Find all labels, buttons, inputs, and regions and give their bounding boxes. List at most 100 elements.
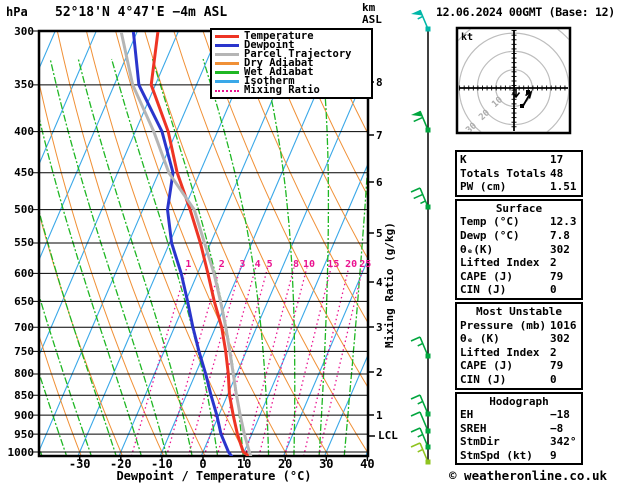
panel-row: Pressure (mb) 1016 — [459, 319, 579, 333]
panel-row: SREH −8 — [459, 422, 579, 436]
wind-barb-half — [420, 200, 426, 205]
wind-barb-staff — [419, 187, 429, 208]
hodograph-ring-label: 40 — [451, 134, 466, 149]
mixing-ratio-label: 25 — [359, 259, 371, 270]
wind-barb-full — [410, 394, 421, 400]
wind-barb-half — [417, 433, 424, 438]
wind-barb-staff — [419, 110, 429, 131]
panel-row: StmDir 342° — [459, 435, 579, 449]
pressure-tick-label: 1000 — [7, 445, 35, 459]
panel-row-label: CIN (J) — [460, 283, 507, 297]
wind-barb — [411, 9, 431, 32]
mixing-ratio-label: 8 — [293, 259, 299, 270]
pressure-tick-label: 500 — [14, 203, 34, 217]
legend: Temperature Dewpoint Parcel Trajectory Dry … — [210, 28, 373, 99]
panel-row-value: 12.3 — [550, 215, 577, 229]
altitude-tick-label: 3 — [376, 320, 383, 334]
wind-barb-half — [417, 342, 424, 347]
panel-box: Surface Temp (°C) 12.3 Dewp (°C) 7.8 θₑ(K) 302… — [455, 198, 583, 300]
mixing-ratio-label: 3 — [239, 259, 245, 270]
pressure-tick-label: 400 — [14, 125, 34, 139]
panel-row-value: −8 — [550, 421, 564, 435]
altitude-tick-label: 7 — [376, 128, 383, 142]
legend-parcel-trajectory-swatch — [215, 53, 239, 56]
pressure-tick-label: 950 — [14, 427, 34, 441]
dry-adiabat-line — [582, 31, 629, 469]
wet-adiabat-line — [40, 448, 43, 456]
pressure-tick-label: 700 — [14, 320, 34, 334]
pressure-tick-label: 850 — [14, 388, 34, 402]
pressure-tick-label: 350 — [14, 78, 34, 92]
panel-row-value: 17 — [550, 153, 564, 166]
hodograph-trace-dot — [526, 90, 530, 94]
dry-adiabat-line — [611, 31, 629, 469]
hodograph: 10203040kt — [451, 26, 572, 149]
legend-row: Mixing Ratio — [215, 84, 371, 96]
wind-barb-full — [410, 336, 421, 342]
wind-barb-staff — [419, 394, 429, 415]
pressure-tick-label: 900 — [14, 408, 34, 422]
mixing-ratio-label: 10 — [303, 259, 315, 270]
mixing-ratio-line — [303, 267, 350, 456]
wind-barb-full — [413, 116, 424, 123]
panel-row-label: StmSpd (kt) — [460, 448, 533, 462]
panel-row-value: 79 — [550, 269, 564, 283]
panel-row-value: 1.51 — [550, 180, 577, 194]
panel-box-title: Most Unstable — [475, 304, 563, 318]
wind-barb-half — [417, 448, 424, 453]
legend-label: Mixing Ratio — [244, 84, 320, 96]
wet-adiabat-line — [40, 374, 68, 456]
panel-row-value: −18 — [550, 408, 570, 422]
legend-wet-adiabat-swatch — [215, 71, 239, 74]
wind-barb-full — [410, 427, 421, 433]
panel-row: CAPE (J) 79 — [459, 270, 579, 284]
altitude-tick-label: 2 — [376, 365, 383, 379]
wind-barb-half — [417, 400, 424, 405]
pressure-tick-label: 300 — [14, 24, 34, 38]
wind-barb-full — [410, 442, 421, 448]
panel-row-value: 79 — [550, 359, 564, 373]
panel-row-value: 0 — [550, 372, 557, 386]
wet-adiabat-line — [40, 118, 143, 456]
panel-row: Dewp (°C) 7.8 — [459, 229, 579, 243]
altitude-tick-label: 5 — [376, 226, 383, 240]
wind-barb-full — [410, 411, 421, 417]
altitude-tick-label: 8 — [376, 75, 383, 89]
panel-row: CAPE (J) 79 — [459, 359, 579, 373]
mixing-ratio-axis-title: Mixing Ratio (g/kg) — [383, 222, 396, 348]
panel-box: Hodograph EH −18 SREH −8 StmDir 342° StmSpd (kt… — [455, 391, 583, 466]
pressure-tick-label: 550 — [14, 236, 34, 250]
hodograph-trace-dot — [520, 104, 524, 108]
wet-adiabat-line — [110, 58, 219, 456]
copyright: © weatheronline.co.uk — [449, 468, 608, 483]
pressure-tick-label: 600 — [14, 266, 34, 280]
mixing-ratio-label: 4 — [255, 259, 261, 270]
isotherm-line — [40, 32, 220, 451]
panel-row: CIN (J) 0 — [459, 283, 579, 297]
panel-row: EH −18 — [459, 408, 579, 422]
altitude-tick-label: 1 — [376, 408, 383, 422]
mixing-ratio-label: 15 — [327, 259, 339, 270]
legend-temperature-swatch — [215, 35, 239, 38]
sounding-page: { "header": { "pressure_unit": "hPa", "l… — [0, 0, 629, 486]
panel-row: StmSpd (kt) 9 — [459, 449, 579, 463]
wind-barb-full — [413, 193, 424, 200]
panel-row-value: 2 — [550, 256, 557, 270]
panel-row: Temp (°C) 12.3 — [459, 215, 579, 229]
mixing-ratio-line — [318, 267, 364, 456]
legend-isotherm-swatch — [215, 80, 239, 83]
mixing-ratio-label: 5 — [267, 259, 273, 270]
mixing-ratio-label: 2 — [219, 259, 225, 270]
panel-row: Lifted Index 2 — [459, 346, 579, 360]
panel-row: K 17 — [459, 153, 579, 167]
altitude-tick-label: 4 — [376, 275, 383, 289]
pressure-tick-label: 800 — [14, 367, 34, 381]
panel-row: Totals Totals 48 — [459, 167, 579, 181]
lcl-label: LCL — [378, 429, 398, 442]
dry-adiabat-line — [0, 31, 3, 469]
altitude-tick-label: 6 — [376, 175, 383, 189]
panel-row: CIN (J) 0 — [459, 373, 579, 387]
panel-row-value: 0 — [550, 283, 557, 297]
panel-row-label: CIN (J) — [460, 372, 507, 386]
panel-row-value: 302 — [550, 332, 570, 346]
